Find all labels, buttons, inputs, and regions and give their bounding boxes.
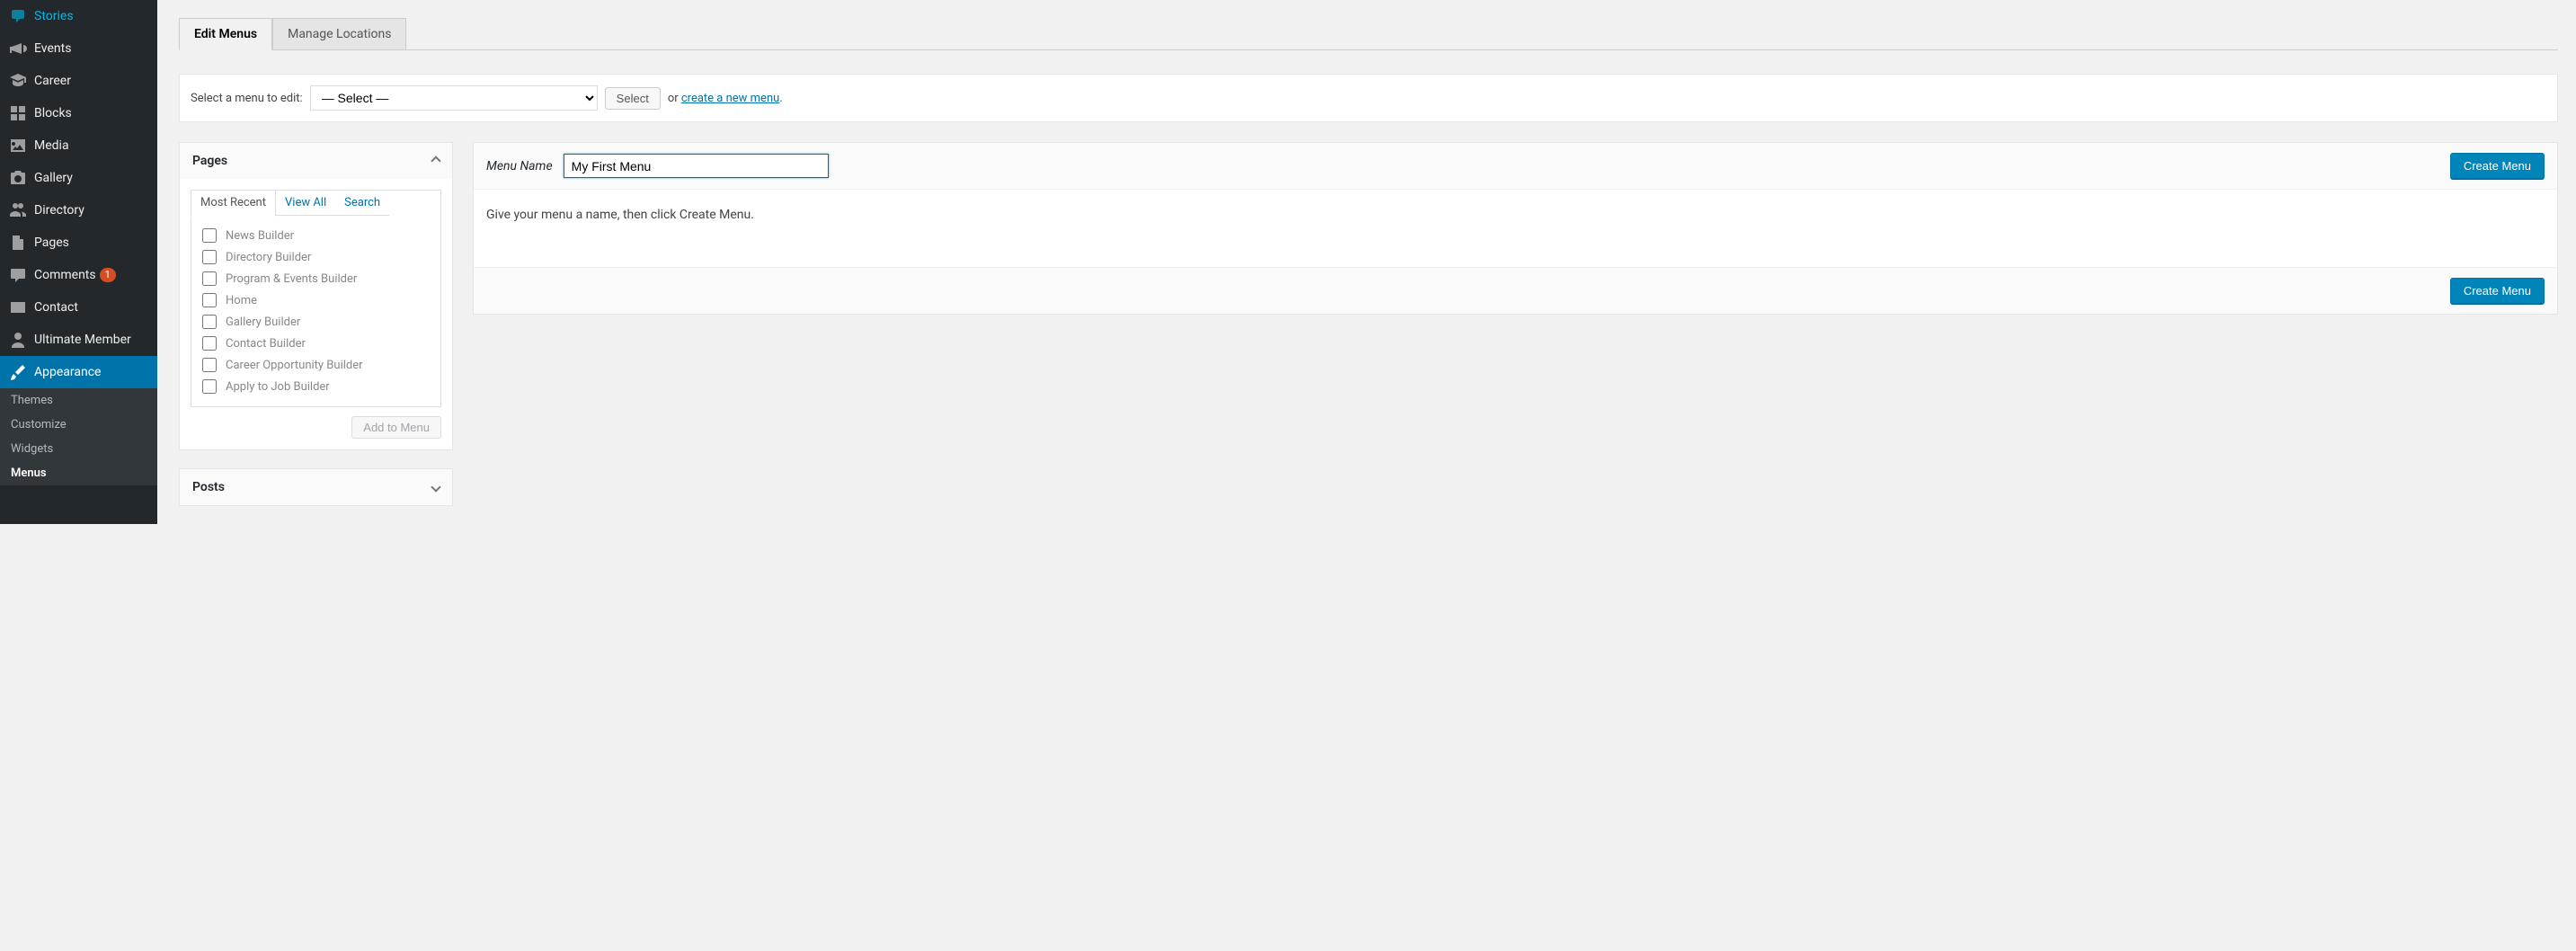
posts-toggle[interactable]: Posts	[180, 469, 452, 505]
page-icon	[9, 234, 27, 252]
sidebar-item-gallery[interactable]: Gallery	[0, 162, 157, 194]
tab-most-recent[interactable]: Most Recent	[191, 190, 276, 217]
menu-footer: Create Menu	[474, 267, 2557, 314]
checkbox[interactable]	[202, 271, 217, 286]
sidebar-sub-menus[interactable]: Menus	[0, 461, 157, 485]
menu-header: Menu Name Create Menu	[474, 143, 2557, 190]
checkbox[interactable]	[202, 250, 217, 264]
sidebar-item-media[interactable]: Media	[0, 129, 157, 162]
sidebar-label: Directory	[34, 203, 84, 218]
sidebar-item-ultimate-member[interactable]: Ultimate Member	[0, 324, 157, 356]
checkbox[interactable]	[202, 228, 217, 243]
grid-icon	[9, 104, 27, 122]
checkbox[interactable]	[202, 315, 217, 329]
chevron-up-icon	[431, 156, 440, 165]
megaphone-icon	[9, 40, 27, 58]
mail-icon	[9, 298, 27, 316]
sidebar-item-stories[interactable]: Stories	[0, 0, 157, 32]
posts-title: Posts	[192, 480, 225, 494]
sidebar-sub-customize[interactable]: Customize	[0, 413, 157, 437]
menu-select-dropdown[interactable]: — Select —	[310, 85, 598, 111]
sidebar-item-career[interactable]: Career	[0, 65, 157, 97]
selector-label: Select a menu to edit:	[191, 92, 303, 105]
pages-title: Pages	[192, 154, 227, 168]
pages-toggle[interactable]: Pages	[180, 143, 452, 179]
main-content: Edit Menus Manage Locations Select a men…	[157, 0, 2576, 524]
sidebar-sub-themes[interactable]: Themes	[0, 388, 157, 413]
select-button[interactable]: Select	[605, 87, 661, 110]
comments-badge: 1	[100, 268, 116, 282]
menu-name-label: Menu Name	[486, 159, 553, 173]
sidebar-label: Gallery	[34, 171, 73, 185]
sidebar-item-comments[interactable]: Comments 1	[0, 259, 157, 291]
brush-icon	[9, 363, 27, 381]
create-menu-button-bottom[interactable]: Create Menu	[2450, 278, 2545, 304]
graduation-icon	[9, 72, 27, 90]
list-item[interactable]: Contact Builder	[202, 333, 430, 354]
sidebar-label: Media	[34, 138, 69, 153]
checkbox[interactable]	[202, 379, 217, 394]
sidebar-label: Stories	[34, 9, 74, 23]
sidebar-item-events[interactable]: Events	[0, 32, 157, 65]
menu-edit-panel: Menu Name Create Menu Give your menu a n…	[473, 142, 2558, 315]
checkbox[interactable]	[202, 336, 217, 351]
list-item[interactable]: Home	[202, 289, 430, 311]
sidebar-item-appearance[interactable]: Appearance	[0, 356, 157, 388]
menu-instructions: Give your menu a name, then click Create…	[474, 190, 2557, 267]
tab-view-all[interactable]: View All	[276, 191, 335, 216]
tab-manage-locations[interactable]: Manage Locations	[272, 18, 406, 50]
list-item[interactable]: Program & Events Builder	[202, 268, 430, 289]
tab-edit-menus[interactable]: Edit Menus	[179, 18, 272, 50]
sidebar-item-directory[interactable]: Directory	[0, 194, 157, 227]
list-item[interactable]: Career Opportunity Builder	[202, 354, 430, 376]
create-menu-button-top[interactable]: Create Menu	[2450, 153, 2545, 179]
sidebar-submenu: Themes Customize Widgets Menus	[0, 388, 157, 485]
accordion-column: Pages Most Recent View All Search News B…	[179, 142, 453, 524]
list-item[interactable]: Apply to Job Builder	[202, 376, 430, 397]
sidebar-label: Events	[34, 41, 71, 56]
sidebar-label: Contact	[34, 300, 78, 315]
pages-postbox: Pages Most Recent View All Search News B…	[179, 142, 453, 450]
sidebar-label: Ultimate Member	[34, 333, 131, 347]
list-item[interactable]: Gallery Builder	[202, 311, 430, 333]
sidebar-sub-widgets[interactable]: Widgets	[0, 437, 157, 461]
sidebar-label: Appearance	[34, 365, 101, 379]
users-icon	[9, 201, 27, 219]
nav-tabs: Edit Menus Manage Locations	[179, 18, 2558, 50]
sidebar-label: Blocks	[34, 106, 72, 120]
create-new-menu-link[interactable]: create a new menu	[681, 92, 779, 105]
tab-search[interactable]: Search	[335, 191, 389, 216]
user-icon	[9, 331, 27, 349]
posts-postbox: Posts	[179, 468, 453, 506]
sidebar-label: Comments	[34, 268, 96, 282]
sidebar-label: Pages	[34, 236, 69, 250]
chevron-down-icon	[431, 482, 440, 492]
sidebar-item-pages[interactable]: Pages	[0, 227, 157, 259]
camera-icon	[9, 169, 27, 187]
or-text: or create a new menu.	[668, 92, 783, 105]
admin-sidebar: Stories Events Career Blocks Media Galle…	[0, 0, 157, 524]
menu-selector-row: Select a menu to edit: — Select — Select…	[179, 74, 2558, 122]
sidebar-item-blocks[interactable]: Blocks	[0, 97, 157, 129]
sidebar-item-contact[interactable]: Contact	[0, 291, 157, 324]
menu-name-input[interactable]	[564, 154, 829, 178]
pages-inner-tabs: Most Recent View All Search	[191, 190, 441, 216]
comment-icon	[9, 266, 27, 284]
checkbox[interactable]	[202, 293, 217, 307]
chat-icon	[9, 7, 27, 25]
checkbox[interactable]	[202, 358, 217, 372]
pages-checklist: News Builder Directory Builder Program &…	[191, 216, 441, 407]
sidebar-label: Career	[34, 74, 71, 88]
media-icon	[9, 137, 27, 155]
add-to-menu-button[interactable]: Add to Menu	[351, 416, 441, 439]
list-item[interactable]: Directory Builder	[202, 246, 430, 268]
list-item[interactable]: News Builder	[202, 225, 430, 246]
